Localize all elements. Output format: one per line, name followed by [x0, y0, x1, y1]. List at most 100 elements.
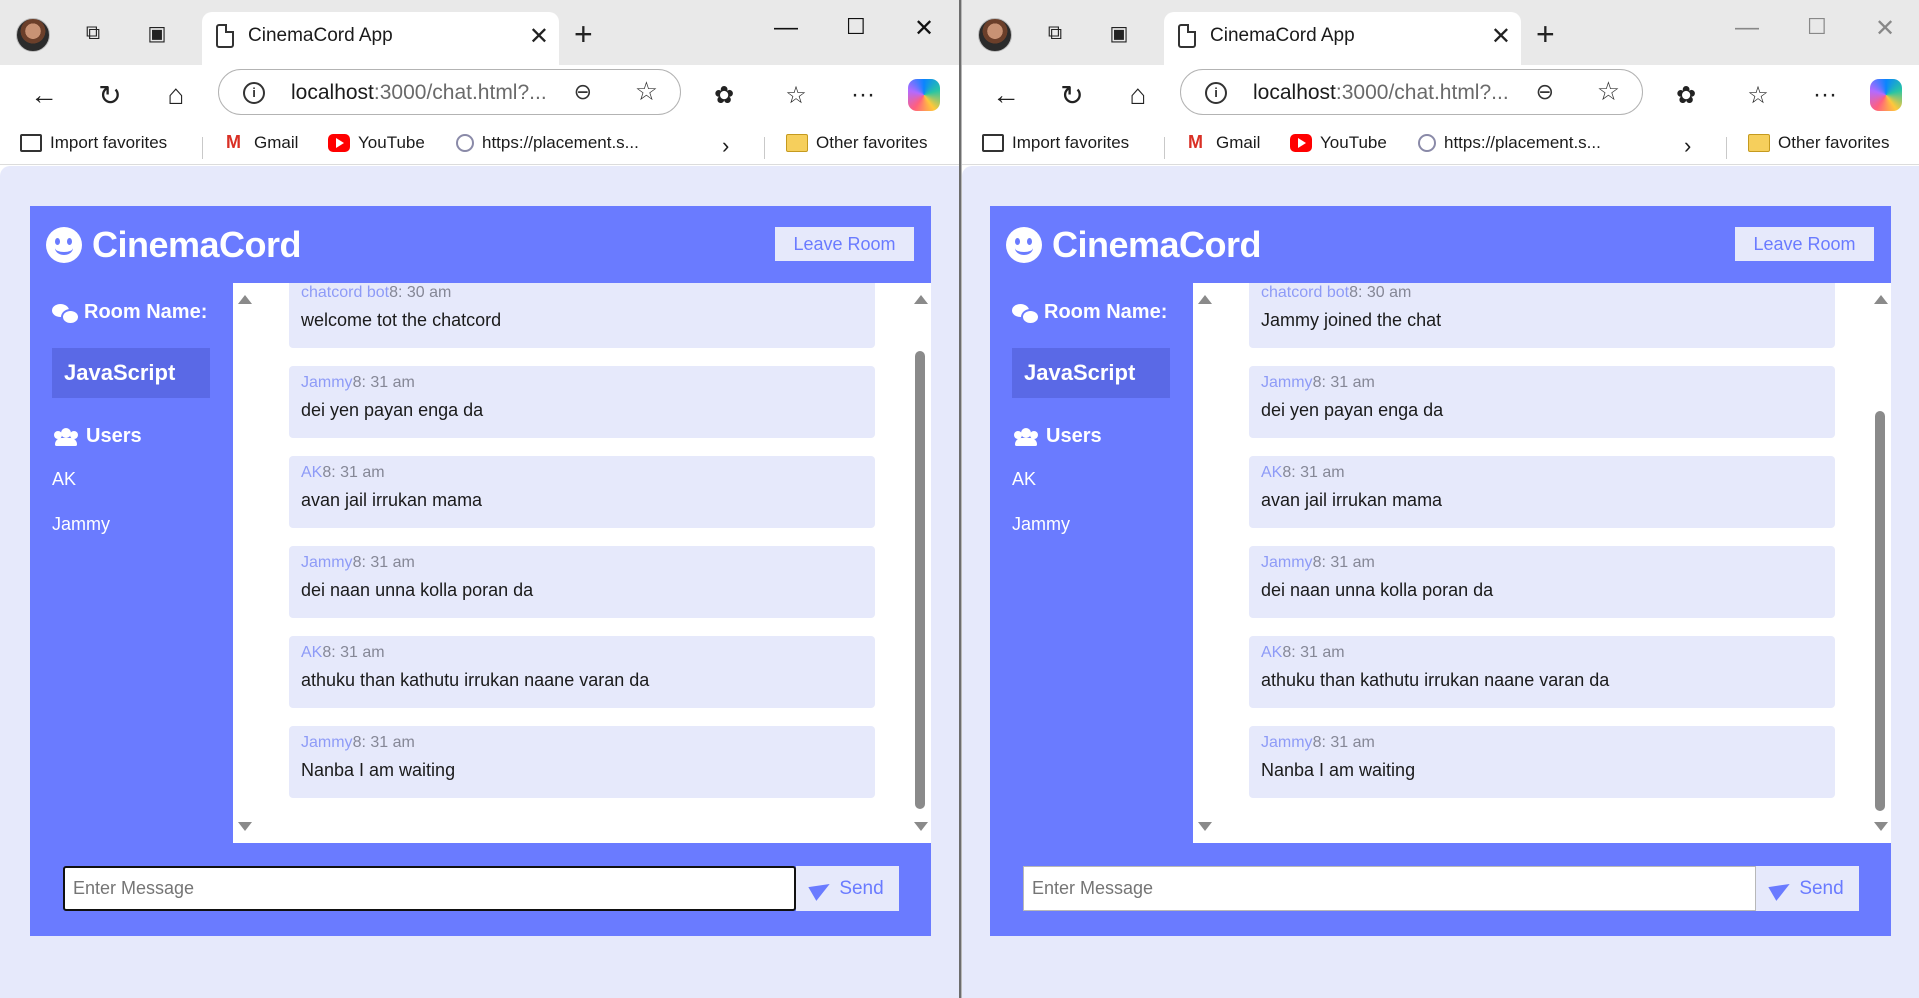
- fav-placement[interactable]: https://placement.s...: [456, 133, 639, 153]
- scrollbar-thumb[interactable]: [1875, 411, 1885, 811]
- favorites-icon[interactable]: ☆: [776, 75, 816, 115]
- chat-messages[interactable]: chatcord bot8: 30 am Jammy joined the ch…: [1193, 283, 1891, 843]
- scroll-down-icon[interactable]: [1198, 822, 1212, 831]
- fav-import[interactable]: Import favorites: [982, 133, 1129, 153]
- extensions-icon[interactable]: ✿: [704, 75, 744, 115]
- scrollbar-thumb[interactable]: [915, 351, 925, 809]
- users-label: Users: [1046, 425, 1102, 447]
- home-icon[interactable]: ⌂: [156, 75, 196, 115]
- fav-gmail[interactable]: Gmail: [1186, 132, 1260, 153]
- refresh-icon[interactable]: ↻: [90, 75, 130, 115]
- fav-gmail[interactable]: Gmail: [224, 132, 298, 153]
- message-item: chatcord bot8: 30 am Jammy joined the ch…: [1249, 283, 1835, 348]
- info-icon[interactable]: i: [1205, 82, 1227, 104]
- minimize-icon[interactable]: —: [1735, 14, 1759, 42]
- fav-separator: [1726, 137, 1727, 159]
- screen: ⧉ ▣ CinemaCord App ✕ + — ☐ ✕ ← ↻ ⌂ i loc…: [0, 0, 1919, 998]
- window-close-icon[interactable]: ✕: [914, 14, 934, 43]
- fav-other[interactable]: Other favorites: [1748, 133, 1890, 153]
- send-button[interactable]: Send: [1756, 866, 1859, 911]
- fav-other[interactable]: Other favorites: [786, 133, 928, 153]
- fav-separator: [764, 137, 765, 159]
- scrollbar-inner[interactable]: [1196, 283, 1212, 843]
- profile-avatar[interactable]: [978, 18, 1012, 52]
- workspaces-icon[interactable]: ⧉: [78, 18, 108, 48]
- zoom-icon[interactable]: ⊖: [574, 79, 592, 105]
- chevron-right-icon[interactable]: ›: [722, 133, 729, 159]
- maximize-icon[interactable]: ☐: [846, 14, 866, 40]
- favorites-icon[interactable]: ☆: [1738, 75, 1778, 115]
- message-meta: AK8: 31 am: [1261, 464, 1345, 482]
- smiley-icon: [1006, 227, 1042, 263]
- scroll-up-icon[interactable]: [1874, 295, 1888, 304]
- star-icon[interactable]: ☆: [635, 76, 658, 107]
- message-author: AK: [301, 464, 323, 481]
- info-icon[interactable]: i: [243, 82, 265, 104]
- more-icon[interactable]: ···: [1805, 75, 1845, 115]
- new-tab-icon[interactable]: +: [574, 16, 593, 53]
- chat-messages[interactable]: chatcord bot8: 30 am welcome tot the cha…: [233, 283, 931, 843]
- favorites-bar: Import favorites Gmail YouTube https://p…: [0, 127, 959, 165]
- new-tab-icon[interactable]: +: [1536, 16, 1555, 53]
- scrollbar[interactable]: [1872, 283, 1888, 843]
- scrollbar[interactable]: [912, 283, 928, 843]
- send-button[interactable]: Send: [796, 866, 899, 911]
- zoom-icon[interactable]: ⊖: [1536, 79, 1554, 105]
- star-icon[interactable]: ☆: [1597, 76, 1620, 107]
- scroll-down-icon[interactable]: [914, 822, 928, 831]
- workspaces-icon[interactable]: ⧉: [1040, 18, 1070, 48]
- tab-title: CinemaCord App: [248, 25, 393, 46]
- user-item: Jammy: [52, 514, 110, 534]
- extensions-icon[interactable]: ✿: [1666, 75, 1706, 115]
- fav-placement[interactable]: https://placement.s...: [1418, 133, 1601, 153]
- fav-separator: [1164, 137, 1165, 159]
- home-icon[interactable]: ⌂: [1118, 75, 1158, 115]
- scroll-up-icon[interactable]: [238, 295, 252, 304]
- profile-avatar[interactable]: [16, 18, 50, 52]
- chevron-right-icon[interactable]: ›: [1684, 133, 1691, 159]
- address-bar[interactable]: i localhost:3000/chat.html?... ⊖ ☆: [218, 69, 681, 115]
- address-bar[interactable]: i localhost:3000/chat.html?... ⊖ ☆: [1180, 69, 1643, 115]
- fav-label: https://placement.s...: [1444, 133, 1601, 152]
- scroll-up-icon[interactable]: [1198, 295, 1212, 304]
- scrollbar-inner[interactable]: [236, 283, 252, 843]
- more-icon[interactable]: ···: [843, 75, 883, 115]
- leave-room-button[interactable]: Leave Room: [775, 227, 914, 261]
- comments-icon: [1012, 303, 1040, 325]
- scroll-down-icon[interactable]: [1874, 822, 1888, 831]
- browser-window-left: ⧉ ▣ CinemaCord App ✕ + — ☐ ✕ ← ↻ ⌂ i loc…: [0, 0, 961, 998]
- message-input[interactable]: [63, 866, 796, 911]
- message-author: Jammy: [1261, 374, 1313, 391]
- message-time: 8: 31 am: [352, 554, 415, 571]
- leave-room-button[interactable]: Leave Room: [1735, 227, 1874, 261]
- scroll-down-icon[interactable]: [238, 822, 252, 831]
- fav-youtube[interactable]: YouTube: [328, 133, 425, 153]
- fav-youtube[interactable]: YouTube: [1290, 133, 1387, 153]
- scroll-up-icon[interactable]: [914, 295, 928, 304]
- chat-form: Send: [30, 843, 931, 936]
- users-icon: [52, 427, 80, 446]
- message-author: Jammy: [301, 734, 353, 751]
- send-label: Send: [839, 877, 884, 899]
- back-icon[interactable]: ←: [24, 75, 64, 115]
- fav-import[interactable]: Import favorites: [20, 133, 167, 153]
- minimize-icon[interactable]: —: [774, 14, 798, 42]
- message-input[interactable]: [1023, 866, 1756, 911]
- close-icon[interactable]: ✕: [529, 22, 549, 51]
- message-item: Jammy8: 31 am dei yen payan enga da: [289, 366, 875, 438]
- close-icon[interactable]: ✕: [1491, 22, 1511, 51]
- refresh-icon[interactable]: ↻: [1052, 75, 1092, 115]
- tab-active[interactable]: CinemaCord App ✕: [1164, 12, 1521, 65]
- window-close-icon[interactable]: ✕: [1875, 14, 1895, 43]
- maximize-icon[interactable]: ☐: [1807, 14, 1827, 40]
- copilot-icon[interactable]: [1870, 79, 1902, 111]
- tab-actions-icon[interactable]: ▣: [142, 18, 172, 48]
- back-icon[interactable]: ←: [986, 75, 1026, 115]
- message-text: avan jail irrukan mama: [301, 490, 483, 510]
- tab-active[interactable]: CinemaCord App ✕: [202, 12, 559, 65]
- gmail-icon: [224, 132, 246, 153]
- message-time: 8: 31 am: [1282, 464, 1345, 481]
- tab-actions-icon[interactable]: ▣: [1104, 18, 1134, 48]
- message-author: AK: [301, 644, 323, 661]
- copilot-icon[interactable]: [908, 79, 940, 111]
